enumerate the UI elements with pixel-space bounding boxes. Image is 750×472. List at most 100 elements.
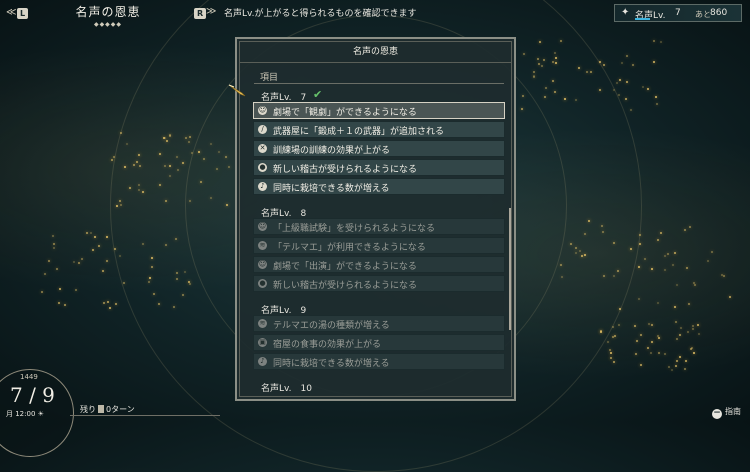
sparkle	[598, 60, 601, 63]
sparkle	[173, 305, 176, 308]
sparkle	[579, 249, 582, 252]
benefit-row[interactable]: ● 新しい稽古が受けられるようになる	[253, 159, 505, 176]
date-text: 7 / 9	[10, 383, 55, 407]
benefit-text: 武器屋に「鍛成＋１の武器」が追加される	[273, 127, 445, 137]
sparkle	[603, 275, 606, 278]
sparkle	[560, 275, 563, 278]
sparkle	[639, 242, 642, 245]
sparkle	[655, 102, 658, 105]
sparkle	[119, 200, 122, 203]
sparkle	[553, 51, 556, 54]
sparkle	[577, 66, 580, 69]
panel-frame: 名声の恩恵 項目 名声Lv. 7 ✔ ☺ 劇場で「観劇」ができるようになる / 武器屋に「…	[239, 41, 512, 397]
sparkle	[44, 272, 47, 275]
benefit-row[interactable]: ♪ 同時に栽培できる数が増える	[253, 353, 505, 370]
benefit-row[interactable]: ≋ テルマエの湯の種類が増える	[253, 315, 505, 332]
sparkle	[552, 61, 555, 64]
sparkle	[124, 165, 127, 168]
r-button-icon[interactable]: R	[194, 8, 207, 19]
sparkle	[617, 270, 620, 273]
lesson-icon: ●	[258, 279, 267, 288]
sparkle	[128, 186, 131, 189]
sparkle	[633, 325, 636, 328]
guide-button[interactable]: − 指南	[712, 406, 741, 419]
minus-button-icon[interactable]: −	[712, 409, 722, 419]
sparkle	[175, 156, 178, 159]
sparkle	[673, 306, 676, 309]
benefit-row[interactable]: ✕ 訓練場の訓練の効果が上がる	[253, 140, 505, 157]
sparkle	[613, 360, 616, 363]
sparkle	[183, 271, 186, 274]
sparkle	[638, 234, 641, 237]
sparkle	[110, 158, 113, 161]
sparkle	[540, 65, 543, 68]
sparkle	[91, 248, 94, 251]
sparkle	[538, 62, 541, 65]
sparkle	[639, 333, 642, 336]
fame-level-value: 7	[675, 8, 681, 18]
sparkle	[676, 359, 679, 362]
scrollbar[interactable]	[509, 208, 511, 330]
sparkle	[56, 268, 59, 271]
sparkle	[602, 64, 605, 67]
sparkle	[684, 360, 687, 363]
sparkle	[635, 352, 638, 355]
sparkle	[147, 281, 150, 284]
sparkle	[177, 168, 180, 171]
sparkle	[119, 204, 122, 207]
sparkle	[522, 52, 525, 55]
next-page-arrow-icon[interactable]: ≫	[206, 6, 216, 17]
remaining-turns: 残り 0ターン	[80, 404, 135, 415]
sparkle	[164, 244, 167, 247]
lesson-icon: ●	[258, 163, 267, 172]
sparkle	[137, 153, 140, 156]
l-button-icon[interactable]: L	[17, 8, 29, 19]
sparkle	[678, 333, 681, 336]
time-text: 月 12:00 ☀	[6, 410, 44, 418]
benefit-row[interactable]: ≋ 「テルマエ」が利用できるようになる	[253, 237, 505, 254]
benefit-text: 「テルマエ」が利用できるようになる	[273, 243, 426, 253]
benefit-row[interactable]: ▣ 宿屋の食事の効果が上がる	[253, 334, 505, 351]
sparkle	[181, 294, 184, 297]
benefit-row[interactable]: ☺ 劇場で「観劇」ができるようになる	[253, 102, 505, 119]
sparkle	[688, 303, 691, 306]
sparkle	[93, 236, 96, 239]
sparkle	[584, 254, 587, 256]
sparkle	[657, 337, 660, 339]
sparkle	[647, 346, 650, 349]
benefit-row[interactable]: / 武器屋に「鍛成＋１の武器」が追加される	[253, 121, 505, 138]
sparkle	[635, 340, 638, 343]
sparkle	[228, 165, 231, 168]
benefit-row[interactable]: ☺ 劇場で「出演」ができるようになる	[253, 256, 505, 273]
benefit-row[interactable]: ☺ 「上級職試験」を受けられるようになる	[253, 218, 505, 235]
sparkle	[522, 95, 525, 98]
sparkle	[650, 267, 653, 270]
sparkle	[614, 334, 617, 337]
sparkle	[575, 98, 578, 101]
sparkle	[164, 199, 167, 202]
sparkle	[697, 324, 700, 327]
sparkle	[106, 236, 109, 239]
sparkle	[652, 61, 655, 64]
sparkle	[652, 40, 655, 43]
sparkle	[73, 261, 76, 264]
checkmark-icon: ✔	[313, 88, 323, 101]
sparkle	[538, 40, 541, 43]
benefit-row[interactable]: ● 新しい稽古が受けられるようになる	[253, 275, 505, 292]
sparkle	[663, 352, 666, 355]
sparkle	[126, 143, 129, 146]
sparkle	[52, 246, 55, 249]
sparkle	[641, 85, 644, 88]
prev-page-arrow-icon[interactable]: ≪	[6, 7, 16, 18]
sparkle	[63, 303, 66, 306]
sparkle	[675, 321, 678, 324]
benefit-row[interactable]: ♪ 同時に栽培できる数が増える	[253, 178, 505, 195]
sparkle	[638, 297, 641, 300]
sparkle	[723, 274, 726, 277]
sparkle	[659, 40, 662, 43]
bottom-divider	[70, 415, 220, 416]
sparkle	[209, 197, 212, 200]
benefit-text: 「上級職試験」を受けられるようになる	[273, 224, 436, 234]
sparkle	[112, 155, 115, 158]
sparkle	[184, 136, 187, 139]
